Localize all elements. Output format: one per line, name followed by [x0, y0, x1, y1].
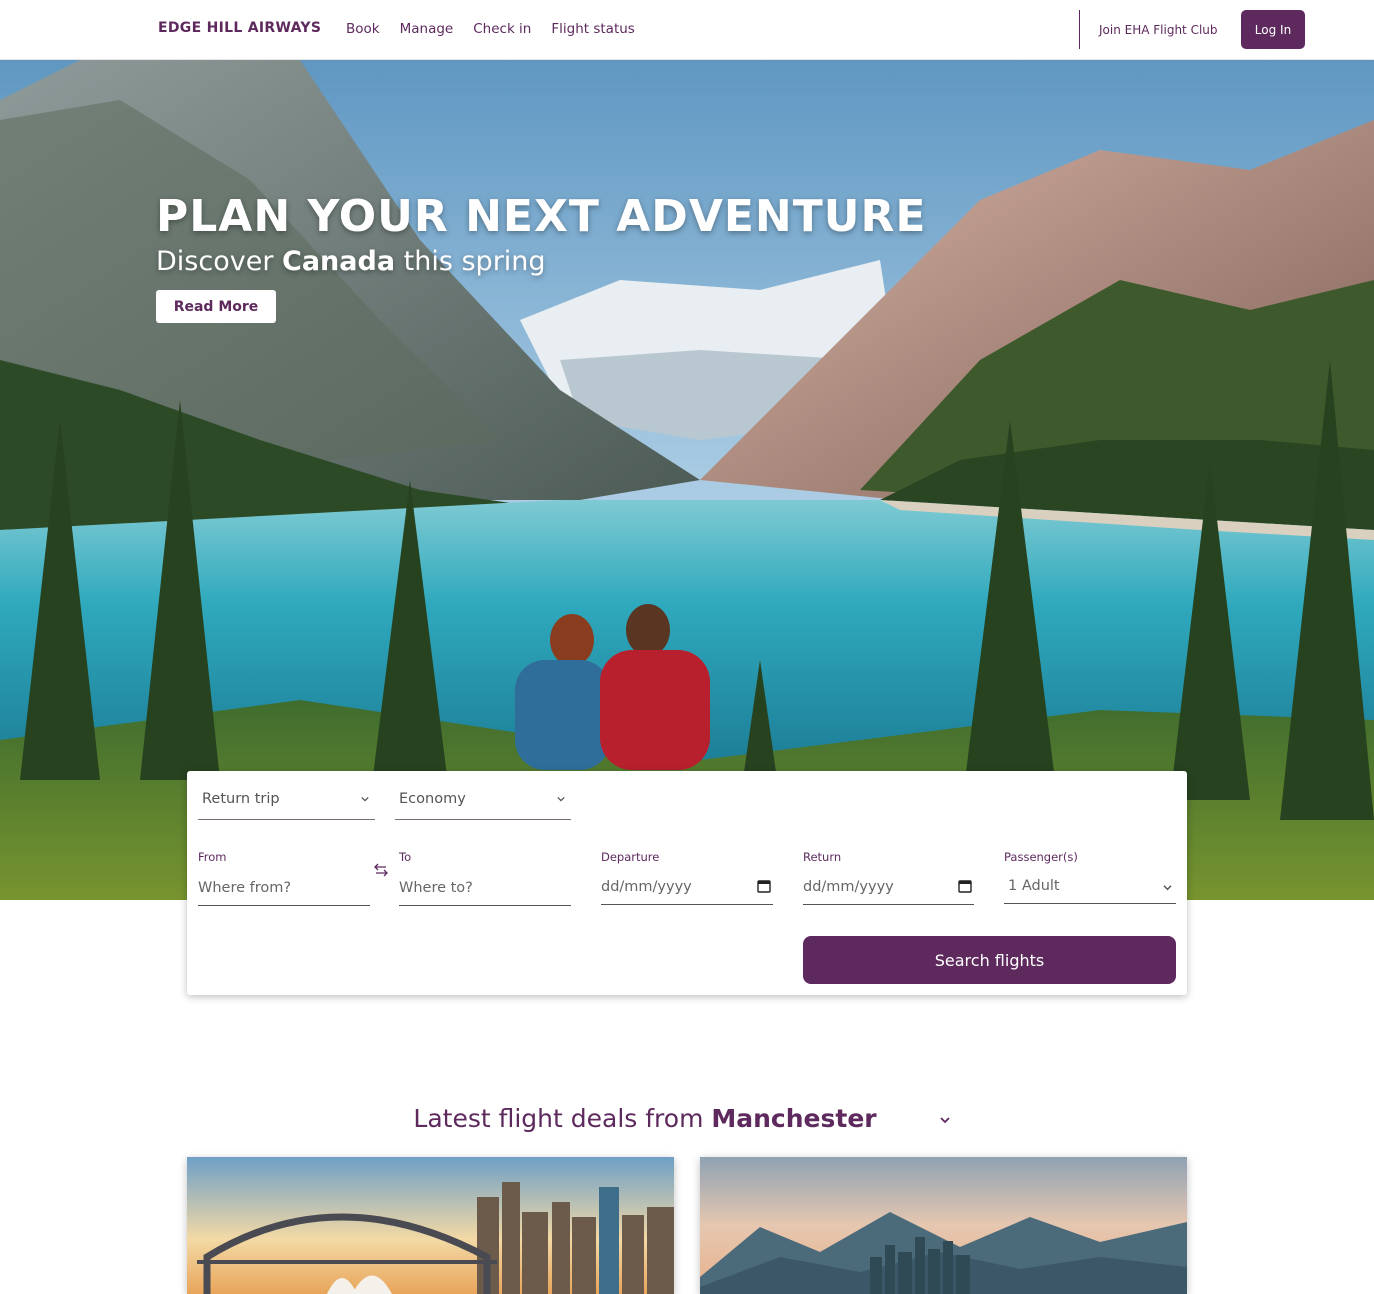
cabin-class-select[interactable]: Economy — [395, 771, 571, 820]
passengers-value: 1 Adult — [1008, 878, 1060, 894]
hero-subtitle: Discover Canada this spring — [156, 246, 546, 277]
vancouver-skyline-image — [700, 1157, 1187, 1294]
departure-label: Departure — [601, 850, 660, 864]
top-navigation-bar: EDGE HILL AIRWAYS Book Manage Check in F… — [0, 0, 1374, 60]
hero-subtitle-highlight: Canada — [282, 246, 396, 277]
chevron-down-icon[interactable] — [940, 1116, 950, 1124]
read-more-button[interactable]: Read More — [156, 290, 276, 323]
departure-date-placeholder: dd/mm/yyyy — [601, 879, 692, 895]
return-date-input[interactable]: dd/mm/yyyy — [803, 871, 974, 905]
to-input[interactable]: Where to? — [399, 872, 571, 906]
from-input[interactable]: Where from? — [198, 872, 370, 906]
header-divider — [1079, 10, 1080, 49]
deals-origin-select[interactable]: Manchester — [711, 1104, 876, 1133]
deal-card-sydney[interactable] — [187, 1157, 674, 1294]
nav-check-in[interactable]: Check in — [473, 21, 531, 37]
login-button[interactable]: Log In — [1241, 10, 1305, 49]
hero-subtitle-suffix: this spring — [403, 246, 546, 277]
brand-logo[interactable]: EDGE HILL AIRWAYS — [158, 20, 321, 36]
return-label: Return — [803, 850, 842, 864]
calendar-icon[interactable] — [958, 879, 972, 893]
nav-manage[interactable]: Manage — [400, 21, 454, 37]
cabin-class-value: Economy — [399, 791, 466, 807]
main-nav: Book Manage Check in Flight status — [346, 21, 655, 37]
join-flight-club-link[interactable]: Join EHA Flight Club — [1099, 23, 1218, 37]
departure-date-input[interactable]: dd/mm/yyyy — [601, 871, 773, 905]
chevron-down-icon — [557, 796, 565, 802]
trip-type-value: Return trip — [202, 791, 280, 807]
hero-subtitle-prefix: Discover — [156, 246, 274, 277]
sydney-harbour-image — [187, 1157, 674, 1294]
chevron-down-icon — [1163, 885, 1172, 891]
nav-book[interactable]: Book — [346, 21, 380, 37]
deal-card-vancouver[interactable] — [700, 1157, 1187, 1294]
calendar-icon[interactable] — [757, 879, 771, 893]
return-date-placeholder: dd/mm/yyyy — [803, 879, 894, 895]
swap-arrows-icon[interactable] — [373, 862, 389, 878]
chevron-down-icon — [361, 796, 369, 802]
hero-title: PLAN YOUR NEXT ADVENTURE — [156, 191, 927, 242]
passengers-select[interactable]: 1 Adult — [1004, 870, 1176, 904]
passengers-label: Passenger(s) — [1004, 850, 1078, 864]
deals-heading-prefix: Latest flight deals from — [413, 1104, 704, 1133]
deals-heading: Latest flight deals from Manchester — [0, 1104, 1290, 1133]
to-label: To — [399, 850, 412, 864]
from-label: From — [198, 850, 227, 864]
flight-search-panel: Return trip Economy From Where from? To … — [187, 771, 1187, 995]
search-flights-button[interactable]: Search flights — [803, 936, 1176, 984]
nav-flight-status[interactable]: Flight status — [551, 21, 634, 37]
trip-type-select[interactable]: Return trip — [198, 771, 375, 820]
